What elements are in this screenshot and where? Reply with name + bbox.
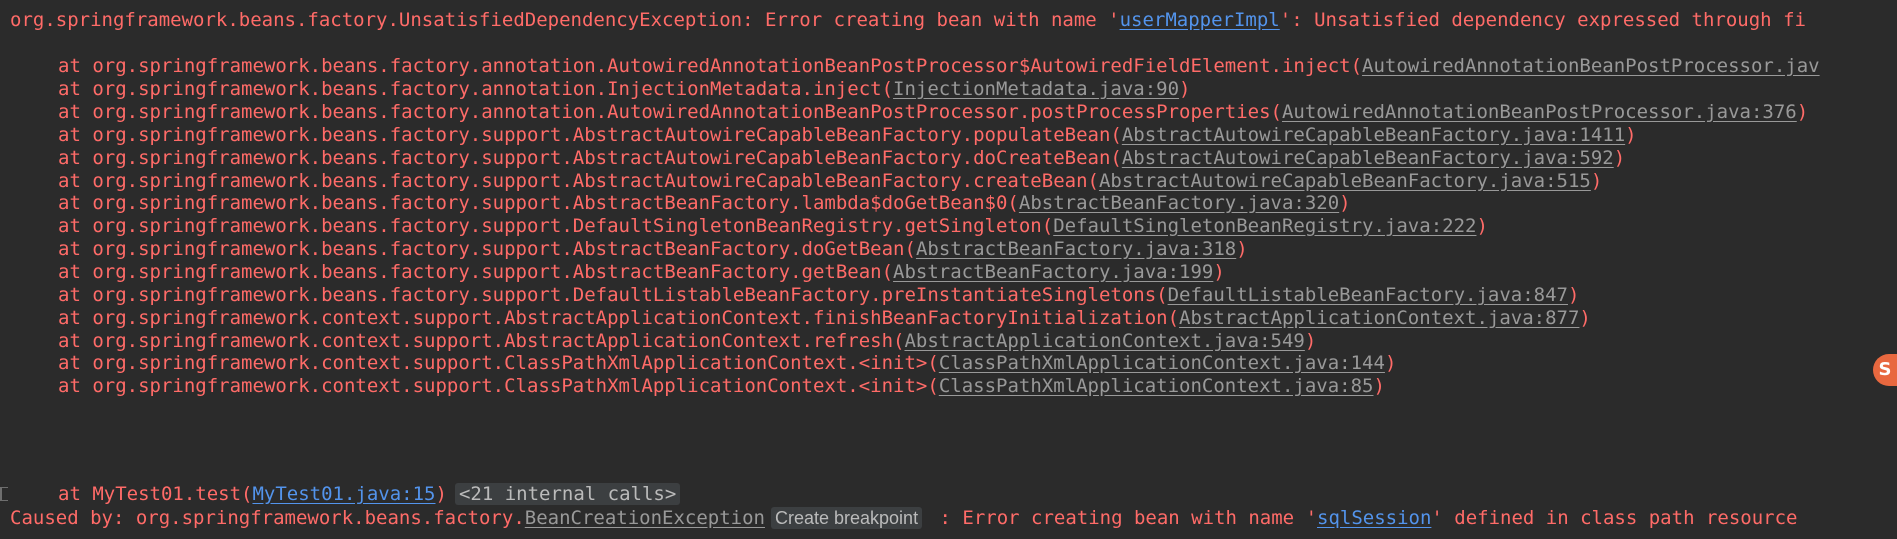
frame-close: ) [1590, 170, 1603, 192]
caused-by-middle: : Error creating bean with name ' [928, 507, 1318, 529]
frame-source-link[interactable]: AbstractApplicationContext.java:549 [904, 330, 1304, 352]
frame-method: at org.springframework.context.support.C… [58, 375, 939, 397]
caused-by-line: Caused by: org.springframework.beans.fac… [10, 505, 1797, 532]
stack-frame-test: at MyTest01.test(MyTest01.java:15) <21 in… [58, 481, 681, 508]
frame-close: ) [1579, 307, 1591, 329]
fold-marker-icon[interactable] [0, 487, 8, 501]
frame-method: at org.springframework.context.support.A… [58, 307, 1180, 329]
frame-source-link[interactable]: AbstractApplicationContext.java:877 [1179, 307, 1579, 329]
frame-source-link[interactable]: AbstractAutowireCapableBeanFactory.java:… [1122, 147, 1614, 169]
frame-method: at org.springframework.beans.factory.sup… [58, 170, 1099, 192]
frame-method: at org.springframework.beans.factory.sup… [58, 238, 916, 260]
frame-method: at org.springframework.beans.factory.ann… [58, 55, 1363, 77]
frame-source-link[interactable]: AbstractAutowireCapableBeanFactory.java:… [1099, 170, 1591, 192]
ime-badge-icon[interactable]: S [1873, 354, 1897, 386]
frame-method: at org.springframework.beans.factory.sup… [58, 261, 894, 283]
exception-prefix: org.springframework.beans.factory.Unsati… [10, 9, 1120, 31]
frame-method: at org.springframework.beans.factory.sup… [58, 284, 1168, 306]
frame-source-link[interactable]: AbstractAutowireCapableBeanFactory.java:… [1122, 124, 1625, 146]
frame-close: ) [1339, 192, 1351, 214]
frame-close: ) [1236, 238, 1248, 260]
frame-source-link[interactable]: DefaultListableBeanFactory.java:847 [1168, 284, 1568, 306]
frame-close: ) [1384, 352, 1397, 374]
frame-close: ) [1613, 147, 1626, 169]
frame-source-link[interactable]: AbstractBeanFactory.java:318 [916, 238, 1236, 260]
exception-header: org.springframework.beans.factory.Unsati… [10, 7, 1806, 34]
frame-method: at org.springframework.beans.factory.sup… [58, 147, 1122, 169]
frame-close: ) [435, 483, 447, 505]
frame-close: ) [1625, 124, 1637, 146]
frame-method: at org.springframework.beans.factory.ann… [58, 101, 1282, 123]
caused-by-prefix: Caused by: org.springframework.beans.fac… [10, 507, 525, 529]
frame-method: at org.springframework.beans.factory.sup… [58, 192, 1019, 214]
frame-close: ) [1373, 375, 1385, 397]
frame-method: at org.springframework.context.support.A… [58, 330, 905, 352]
frame-method: at org.springframework.beans.factory.sup… [58, 124, 1122, 146]
frame-close: ) [1796, 101, 1809, 123]
console-output: org.springframework.beans.factory.Unsati… [0, 0, 1897, 539]
frame-method: at org.springframework.beans.factory.sup… [58, 215, 1054, 237]
create-breakpoint-button[interactable]: Create breakpoint [770, 507, 923, 529]
frame-source-link[interactable]: AbstractBeanFactory.java:320 [1019, 192, 1339, 214]
caused-by-suffix: ' defined in class path resource [1431, 507, 1798, 529]
frame-close: ) [1476, 215, 1488, 237]
bean-link[interactable]: userMapperImpl [1120, 9, 1280, 31]
frame-source-link[interactable]: AutowiredAnnotationBeanPostProcessor.jav… [1282, 101, 1797, 123]
exception-class-link[interactable]: BeanCreationException [525, 507, 765, 529]
frame-close: ) [1567, 284, 1580, 306]
stack-frame: at org.springframework.context.support.C… [58, 373, 1385, 400]
frame-source-link[interactable]: InjectionMetadata.java:90 [893, 78, 1179, 100]
frame-source-link[interactable]: ClassPathXmlApplicationContext.java:85 [939, 375, 1374, 397]
frame-source-link[interactable]: DefaultSingletonBeanRegistry.java:222 [1053, 215, 1476, 237]
frame-close: ) [1213, 261, 1225, 283]
frame-method: at org.springframework.beans.factory.ann… [58, 78, 894, 100]
frame-close: ) [1179, 78, 1191, 100]
frame-source-link[interactable]: AbstractBeanFactory.java:199 [893, 261, 1213, 283]
frame-method: at org.springframework.context.support.C… [58, 352, 939, 374]
frame-method: at MyTest01.test( [58, 483, 253, 505]
frame-source-link[interactable]: AutowiredAnnotationBeanPostProcessor.jav [1362, 55, 1820, 77]
internal-calls-toggle[interactable]: <21 internal calls> [454, 483, 681, 505]
frame-close: ) [1304, 330, 1317, 352]
bean-link[interactable]: sqlSession [1317, 507, 1431, 529]
test-source-link[interactable]: MyTest01.java:15 [252, 483, 435, 505]
exception-suffix: ': Unsatisfied dependency expressed thro… [1279, 9, 1806, 31]
frame-source-link[interactable]: ClassPathXmlApplicationContext.java:144 [939, 352, 1385, 374]
